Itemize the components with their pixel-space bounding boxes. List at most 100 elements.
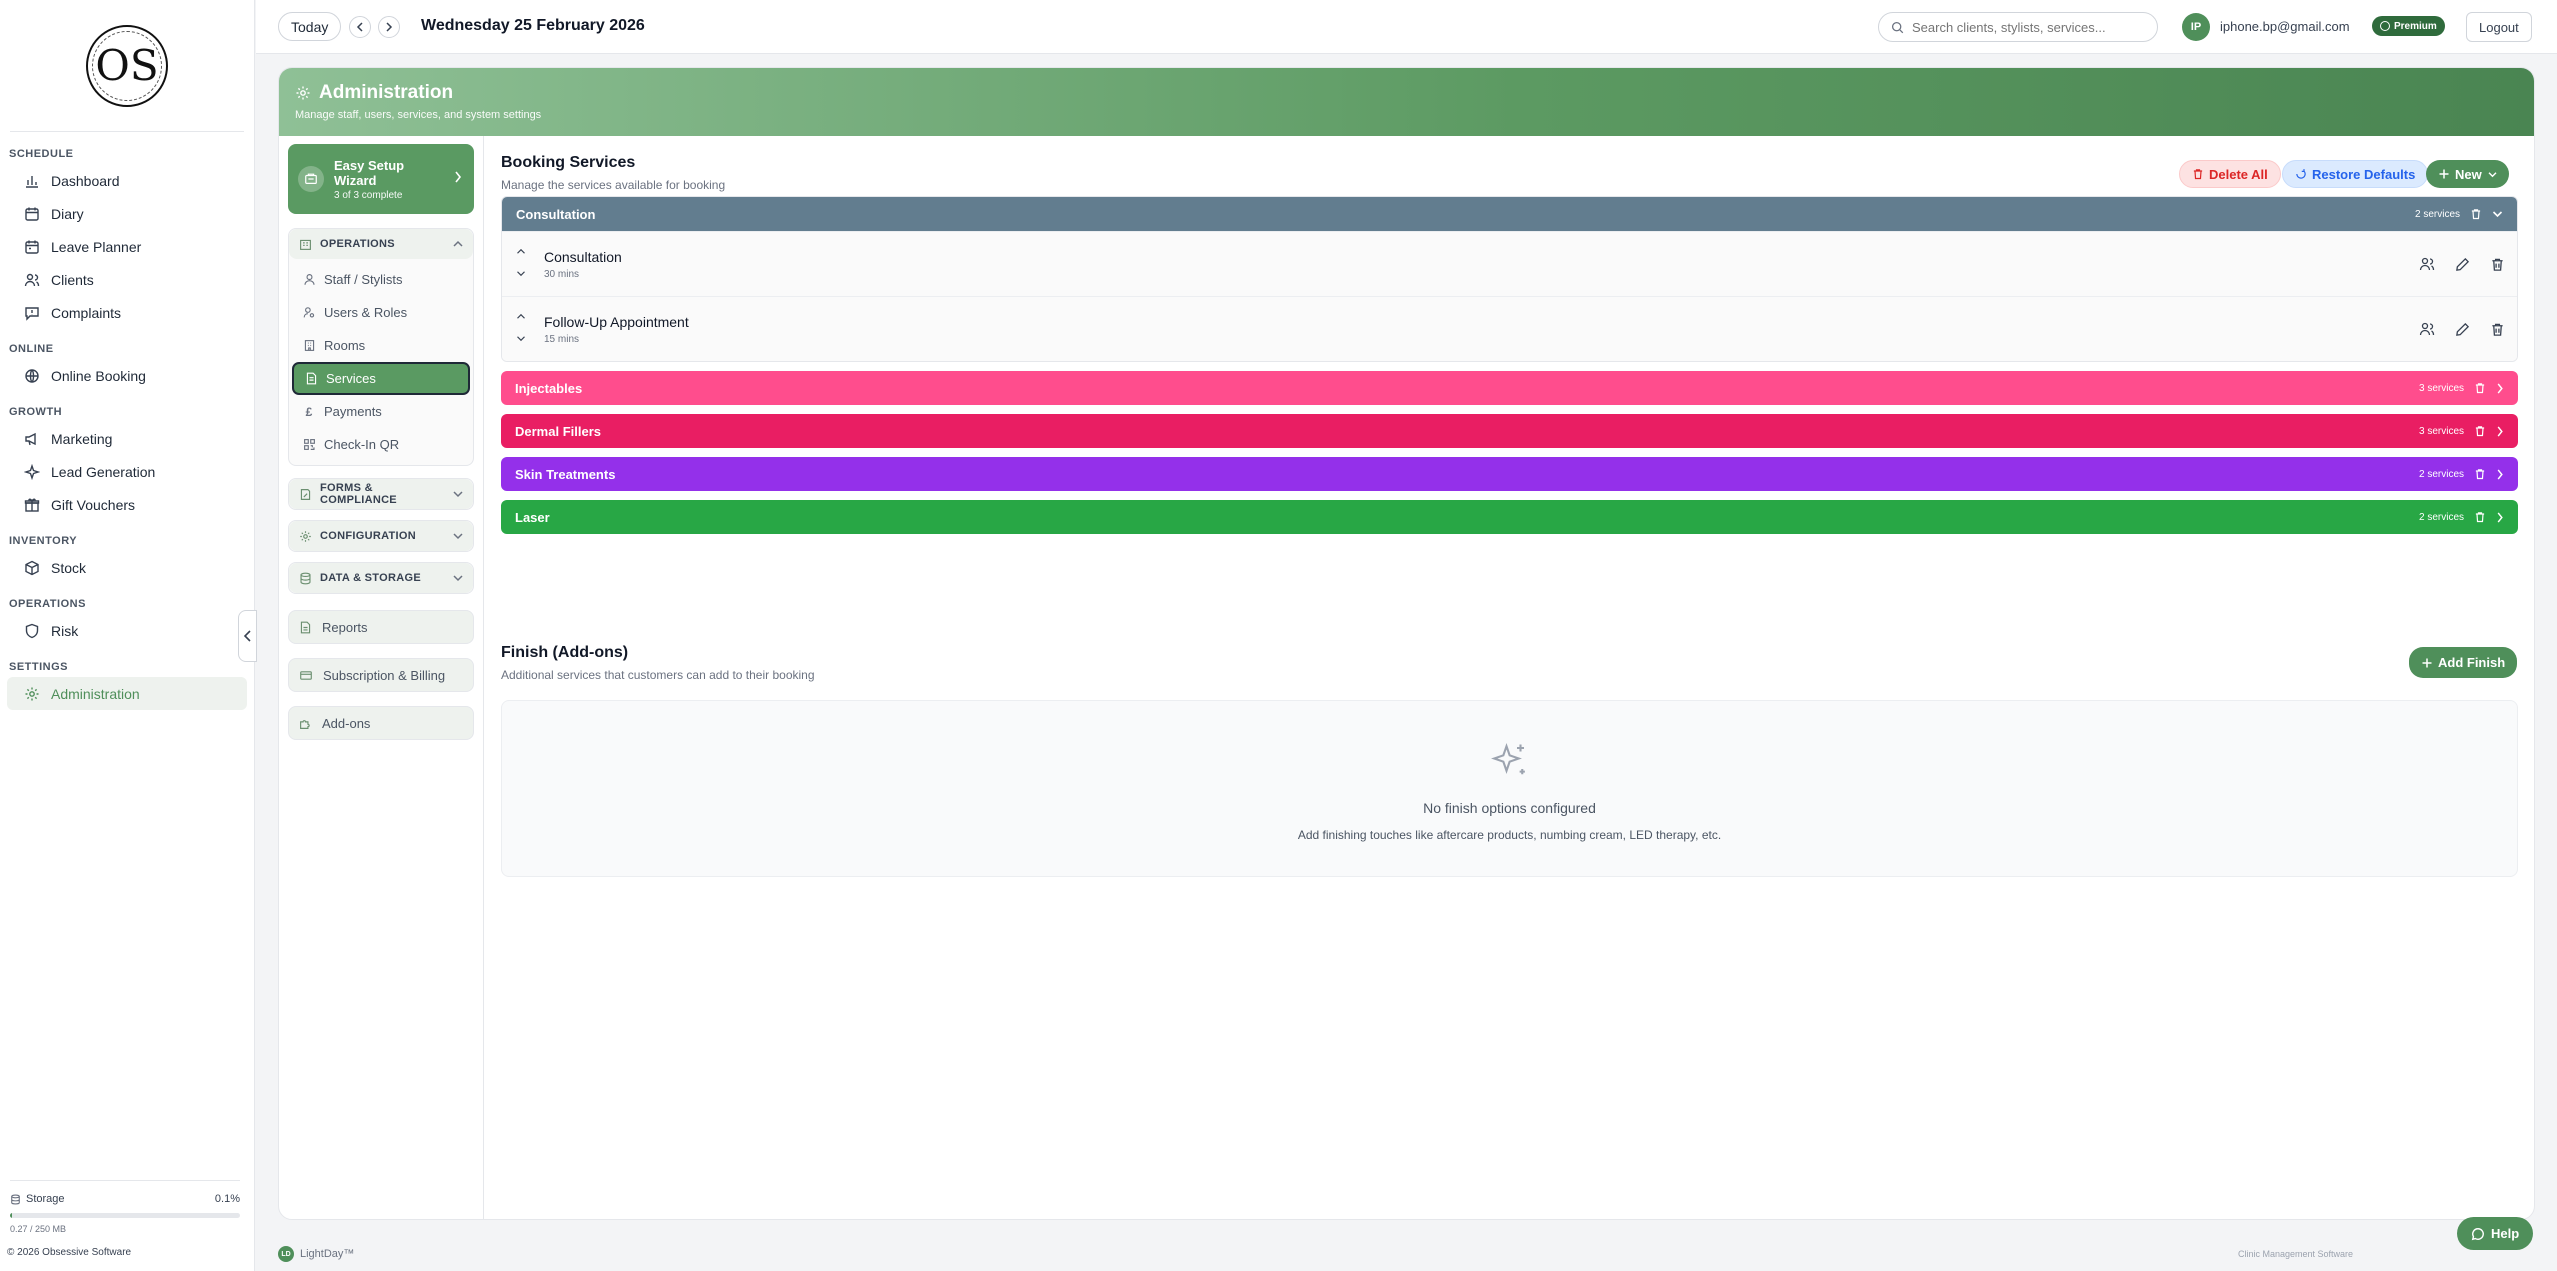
page-title: Administration <box>319 82 454 103</box>
subnav-item-users-roles[interactable]: Users & Roles <box>292 296 470 329</box>
assign-staff-icon[interactable] <box>2419 256 2435 272</box>
chevron-up-icon[interactable] <box>516 247 526 259</box>
category-laser[interactable]: Laser 2 services <box>501 500 2518 534</box>
nav-section-schedule: SCHEDULE <box>9 148 74 160</box>
database-icon <box>299 572 312 585</box>
new-service-label: New <box>2455 166 2482 182</box>
trash-icon[interactable] <box>2474 382 2486 394</box>
nav-item-diary[interactable]: Diary <box>7 197 247 230</box>
group-forms-header[interactable]: FORMS & COMPLIANCE <box>289 479 473 509</box>
sparkles-icon <box>1489 741 1531 783</box>
today-button[interactable]: Today <box>278 12 342 41</box>
chevron-down-icon <box>453 571 463 585</box>
subnav-item-staff[interactable]: Staff / Stylists <box>292 263 470 296</box>
category-dermal-fillers[interactable]: Dermal Fillers 3 services <box>501 414 2518 448</box>
trash-icon[interactable] <box>2474 468 2486 480</box>
nav-item-risk[interactable]: Risk <box>7 614 247 647</box>
nav-item-gift-vouchers[interactable]: Gift Vouchers <box>7 488 247 521</box>
restore-defaults-button[interactable]: Restore Defaults <box>2282 160 2429 188</box>
nav-section-operations: OPERATIONS <box>9 598 86 610</box>
group-data-header[interactable]: DATA & STORAGE <box>289 563 473 593</box>
nav-item-dashboard[interactable]: Dashboard <box>7 164 247 197</box>
subnav-billing[interactable]: Subscription & Billing <box>288 658 474 692</box>
global-search[interactable] <box>1878 12 2158 42</box>
help-button[interactable]: Help <box>2457 1217 2534 1250</box>
logout-button[interactable]: Logout <box>2466 12 2532 42</box>
delete-all-button[interactable]: Delete All <box>2179 160 2281 188</box>
nav-item-label: Online Booking <box>51 367 146 384</box>
sparkle-icon <box>23 463 41 481</box>
service-duration: 15 mins <box>544 333 580 345</box>
category-skin-treatments[interactable]: Skin Treatments 2 services <box>501 457 2518 491</box>
subnav-item-payments[interactable]: £ Payments <box>292 395 470 428</box>
brand-logo[interactable]: OS <box>86 24 168 107</box>
subnav-item-rooms[interactable]: Rooms <box>292 329 470 362</box>
reorder-controls[interactable] <box>514 312 528 346</box>
setup-wizard-card[interactable]: Easy Setup Wizard 3 of 3 complete <box>288 144 474 214</box>
subnav-item-services[interactable]: Services <box>292 362 470 395</box>
service-name: Consultation <box>544 248 622 265</box>
category-name: Laser <box>515 509 550 525</box>
chevron-right-icon[interactable] <box>2496 382 2504 394</box>
chevron-down-icon[interactable] <box>516 269 526 281</box>
chevron-up-icon[interactable] <box>516 312 526 324</box>
sidebar: OS SCHEDULE Dashboard Diary Leave Planne… <box>0 0 255 1271</box>
nav-item-administration[interactable]: Administration <box>7 677 247 710</box>
trash-icon[interactable] <box>2474 511 2486 523</box>
chevron-left-icon <box>356 22 364 32</box>
gift-icon <box>23 496 41 514</box>
nav-item-marketing[interactable]: Marketing <box>7 422 247 455</box>
trash-icon[interactable] <box>2490 257 2505 272</box>
chevron-down-icon[interactable] <box>2492 210 2503 218</box>
nav-item-clients[interactable]: Clients <box>7 263 247 296</box>
search-input[interactable] <box>1912 19 2142 35</box>
nav-item-online-booking[interactable]: Online Booking <box>7 359 247 392</box>
group-operations-header[interactable]: OPERATIONS <box>289 229 473 259</box>
subnav-reports[interactable]: Reports <box>288 610 474 644</box>
subnav-label: Check-In QR <box>324 437 400 452</box>
help-label: Help <box>2491 1226 2520 1241</box>
trash-icon[interactable] <box>2470 208 2482 220</box>
assign-staff-icon[interactable] <box>2419 321 2435 337</box>
category-injectables[interactable]: Injectables 3 services <box>501 371 2518 405</box>
category-header[interactable]: Consultation 2 services <box>502 197 2517 231</box>
pound-icon: £ <box>305 404 313 419</box>
previous-day-button[interactable] <box>349 16 371 38</box>
user-key-icon <box>302 306 316 319</box>
add-finish-button[interactable]: Add Finish <box>2409 647 2518 678</box>
nav-item-leave-planner[interactable]: Leave Planner <box>7 230 247 263</box>
user-avatar[interactable]: IP <box>2182 13 2210 41</box>
gear-icon <box>23 685 41 703</box>
category-name: Skin Treatments <box>515 466 616 482</box>
storage-progress <box>10 1213 240 1218</box>
chevron-down-icon[interactable] <box>516 334 526 346</box>
nav-item-label: Stock <box>51 559 87 576</box>
wizard-progress: 3 of 3 complete <box>334 189 403 201</box>
chevron-right-icon[interactable] <box>2496 468 2504 480</box>
trash-icon[interactable] <box>2474 425 2486 437</box>
reorder-controls[interactable] <box>514 247 528 281</box>
next-day-button[interactable] <box>378 16 400 38</box>
sidebar-collapse-button[interactable] <box>238 610 257 662</box>
edit-icon[interactable] <box>2455 322 2470 337</box>
nav-item-complaints[interactable]: Complaints <box>7 296 247 329</box>
chat-icon <box>2471 1227 2485 1241</box>
nav-item-lead-generation[interactable]: Lead Generation <box>7 455 247 488</box>
storage-label: Storage <box>26 1193 65 1205</box>
subnav-label: Payments <box>324 404 382 419</box>
edit-icon[interactable] <box>2455 257 2470 272</box>
category-name: Dermal Fillers <box>515 423 601 439</box>
group-configuration: CONFIGURATION <box>288 520 474 552</box>
new-service-button[interactable]: New <box>2426 160 2509 188</box>
nav-item-stock[interactable]: Stock <box>7 551 247 584</box>
plus-icon <box>2438 168 2450 180</box>
chevron-right-icon[interactable] <box>2496 425 2504 437</box>
group-config-header[interactable]: CONFIGURATION <box>289 521 473 551</box>
chevron-right-icon[interactable] <box>2496 511 2504 523</box>
user-email[interactable]: iphone.bp@gmail.com <box>2220 19 2350 34</box>
group-title: OPERATIONS <box>320 238 395 250</box>
subnav-label: Add-ons <box>322 715 371 731</box>
subnav-item-checkin-qr[interactable]: Check-In QR <box>292 428 470 461</box>
trash-icon[interactable] <box>2490 322 2505 337</box>
subnav-addons[interactable]: Add-ons <box>288 706 474 740</box>
